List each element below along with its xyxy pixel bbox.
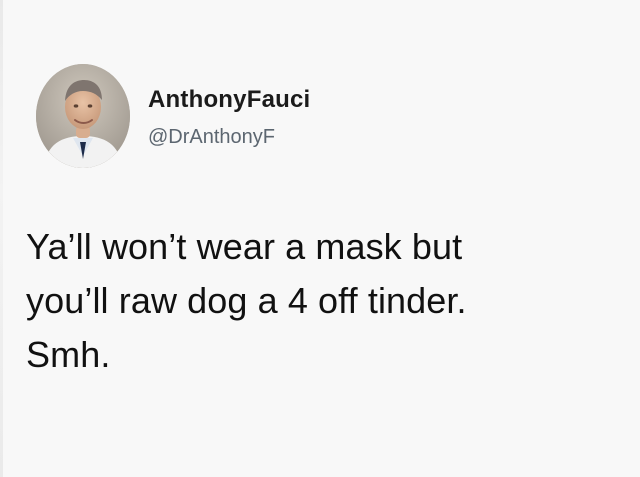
author-handle[interactable]: @DrAnthonyF: [148, 125, 310, 149]
tweet-text-line-2: you’ll raw dog a 4 off tinder.: [26, 280, 467, 321]
author-names: AnthonyFauci @DrAnthonyF: [148, 86, 310, 149]
tweet-text: Ya’ll won’t wear a mask but you’ll raw d…: [26, 220, 626, 382]
profile-photo-icon: [36, 64, 130, 168]
tweet-text-line-3: Smh.: [26, 334, 111, 375]
tweet-header: AnthonyFauci @DrAnthonyF: [36, 64, 310, 168]
tweet-text-line-1: Ya’ll won’t wear a mask but: [26, 226, 463, 267]
image-edge: [0, 0, 3, 477]
avatar[interactable]: [36, 64, 130, 168]
author-display-name[interactable]: AnthonyFauci: [148, 86, 310, 114]
tweet-card: AnthonyFauci @DrAnthonyF Ya’ll won’t wea…: [0, 0, 640, 477]
